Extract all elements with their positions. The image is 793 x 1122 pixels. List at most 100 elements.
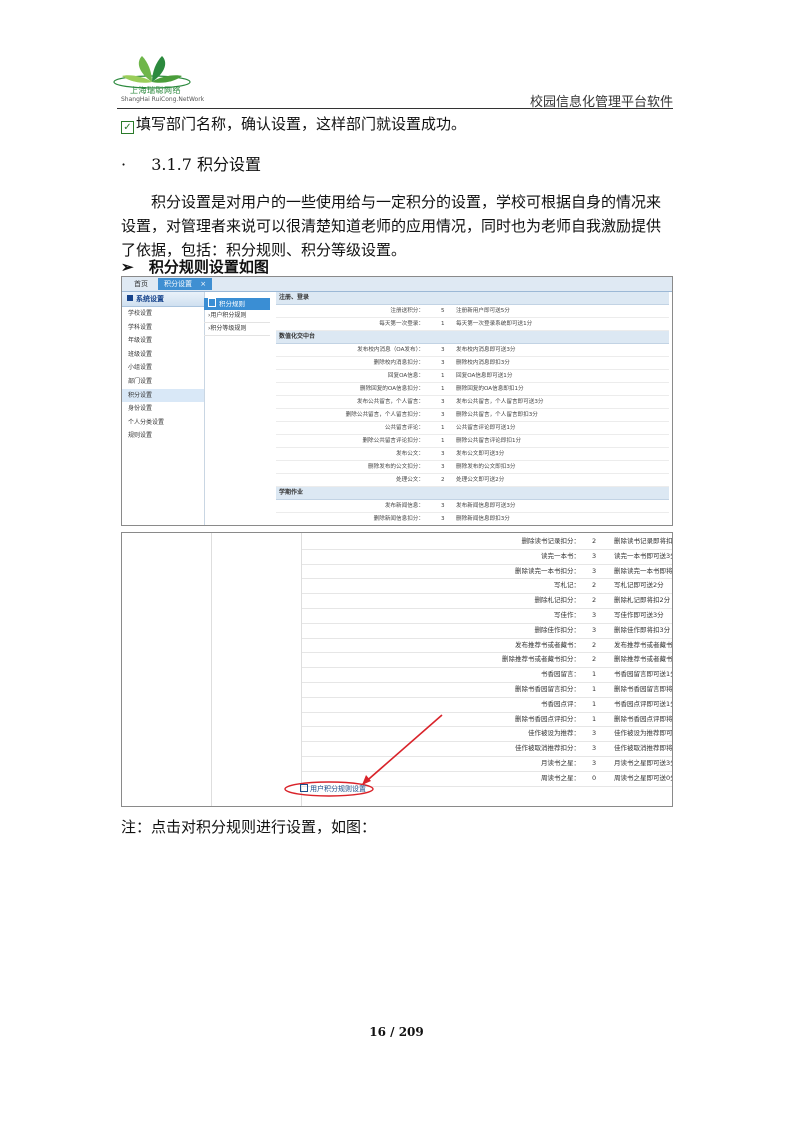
menu-item-label: 积分等级规则 — [210, 325, 247, 332]
rule-description: 删除公共留言，个人留言即扣3分 — [456, 412, 538, 418]
rule-description: 发布公共留言，个人留言即可送3分 — [456, 399, 544, 405]
rule-label: 发布公文： — [396, 451, 424, 457]
sidebar-item[interactable]: 小组设置 — [122, 361, 204, 375]
intro-text: 填写部门名称，确认设置，这样部门就设置成功。 — [136, 115, 467, 133]
menu-item-level-rules[interactable]: ›积分等级规则 — [204, 323, 270, 336]
rule-label: 删除回复的OA信息扣分： — [359, 386, 424, 392]
system-settings-sidebar: 系统设置 学校设置 学科设置 年级设置 班级设置 小组设置 部门设置 积分设置 身份设置 个人分… — [122, 292, 205, 525]
rule-label: 公共留言评论： — [384, 425, 424, 431]
rules-table: 注册、登录 注册送积分： 5 注册新用户即可送5分 每天第一次登录： 1 每天第一次登录系统… — [276, 292, 669, 525]
rule-value: 3 — [441, 464, 445, 470]
tab-points-settings-label: 积分设置 — [164, 280, 192, 288]
rule-value: 3 — [441, 347, 445, 353]
sidebar-item[interactable]: 年级设置 — [122, 334, 204, 348]
rules-menu: 积分规则 ›用户积分规则 ›积分等级规则 — [204, 292, 270, 525]
rule-row: 处理公文： 2 处理公文即可送2分 — [276, 474, 669, 487]
rule-value: 5 — [441, 308, 445, 314]
rule-value: 1 — [441, 373, 445, 379]
sidebar-item[interactable]: 学校设置 — [122, 307, 204, 321]
rule-description: 发布校内消息即可送3分 — [456, 347, 516, 353]
rule-description: 删除回复的OA信息即扣1分 — [456, 386, 524, 392]
rule-label: 发布公共留言，个人留言： — [356, 399, 424, 405]
subheading-text: 积分规则设置如图 — [148, 258, 269, 276]
rule-label: 回复OA信息： — [387, 373, 424, 379]
rule-description: 发布新闻信息即可送3分 — [456, 503, 516, 509]
rule-row: 发布新闻信息： 3 发布新闻信息即可送3分 — [276, 500, 669, 513]
logo-name: 上海瑞聪网络 — [130, 86, 181, 95]
sidebar-item[interactable]: 班级设置 — [122, 348, 204, 362]
rule-row: 每天第一次登录： 1 每天第一次登录系统即可送1分 — [276, 318, 669, 331]
section-row: 学期作业 — [276, 487, 669, 500]
sidebar-item[interactable]: 部门设置 — [122, 375, 204, 389]
menu-item-user-rules[interactable]: ›用户积分规则 — [204, 310, 270, 323]
section-heading: · 3.1.7 积分设置 — [121, 151, 261, 175]
tab-home[interactable]: 首页 — [128, 278, 154, 290]
rules-menu-header-label: 积分规则 — [219, 300, 245, 308]
subheading: ➢ 积分规则设置如图 — [121, 256, 269, 277]
rule-label: 注册送积分： — [390, 308, 424, 314]
rule-row: 回复OA信息： 1 回复OA信息即可送1分 — [276, 370, 669, 383]
rule-label: 删除公共留言，个人留言扣分： — [345, 412, 424, 418]
rule-row: 发布公共留言，个人留言： 3 发布公共留言，个人留言即可送3分 — [276, 396, 669, 409]
body-paragraph: 积分设置是对用户的一些使用给与一定积分的设置，学校可根据自身的情况来设置，对管理… — [121, 193, 662, 259]
intro-line: ✓ 填写部门名称，确认设置，这样部门就设置成功。 — [121, 112, 466, 136]
rule-row: 删除校内消息扣分： 3 删除校内消息即扣3分 — [276, 357, 669, 370]
rule-row: 删除回复的OA信息扣分： 1 删除回复的OA信息即扣1分 — [276, 383, 669, 396]
rule-value: 2 — [441, 477, 445, 483]
section-bullet: · — [121, 155, 127, 174]
document-icon — [208, 298, 216, 307]
rule-description: 发布公文即可送3分 — [456, 451, 505, 457]
rule-description: 处理公文即可送2分 — [456, 477, 505, 483]
page-number: 16 / 209 — [369, 1025, 424, 1039]
annotation-arrow — [284, 714, 443, 797]
sidebar-item[interactable]: 积分设置 — [122, 388, 204, 403]
sidebar-header-label: 系统设置 — [136, 295, 164, 303]
rules-menu-header[interactable]: 积分规则 — [204, 298, 270, 310]
rule-label: 删除新闻信息扣分： — [373, 516, 424, 522]
sidebar-item[interactable]: 学科设置 — [122, 321, 204, 335]
settings-link-label: 用户积分规则设置 — [310, 785, 366, 793]
section-number: 3.1.7 — [151, 155, 192, 174]
sidebar-header: 系统设置 — [122, 292, 204, 307]
rule-row: 删除新闻信息扣分： 3 删除新闻信息即扣3分 — [276, 513, 669, 525]
rule-value: 1 — [441, 386, 445, 392]
logo-leaf-icon — [113, 56, 191, 89]
sidebar-item[interactable]: 个人分类设置 — [122, 416, 204, 430]
sidebar-item[interactable]: 身份设置 — [122, 402, 204, 416]
section-row: 数值化交中台 — [276, 331, 669, 344]
rule-value: 1 — [441, 425, 445, 431]
note-text: 注：点击对积分规则进行设置，如图： — [121, 818, 377, 836]
rule-description: 注册新用户即可送5分 — [456, 308, 510, 314]
rule-value: 3 — [441, 399, 445, 405]
section-title: 积分设置 — [197, 155, 262, 174]
rule-value: 1 — [441, 321, 445, 327]
menu-item-label: 用户积分规则 — [210, 312, 247, 319]
screenshot-rules-list: 删除读书记录扣分：2删除读书记录即将扣2分读完一本书：3读完一本书即可送3分删除… — [121, 532, 673, 807]
rule-row: 公共留言评论： 1 公共留言评论即可送1分 — [276, 422, 669, 435]
rule-row: 发布校内消息（OA发布）： 3 发布校内消息即可送3分 — [276, 344, 669, 357]
close-icon[interactable]: × — [200, 280, 206, 288]
rule-label: 发布校内消息（OA发布）： — [357, 347, 424, 353]
rule-label: 发布新闻信息： — [384, 503, 424, 509]
rule-row: 删除公共留言评论扣分： 1 删除公共留言评论即扣1分 — [276, 435, 669, 448]
rule-description: 回复OA信息即可送1分 — [456, 373, 513, 379]
checkbox-icon: ✓ — [121, 121, 134, 134]
rule-description: 每天第一次登录系统即可送1分 — [456, 321, 533, 327]
rule-value: 1 — [441, 438, 445, 444]
rule-label: 处理公文： — [396, 477, 424, 483]
rule-description: 删除校内消息即扣3分 — [456, 360, 510, 366]
tab-points-settings[interactable]: 积分设置 × — [158, 278, 213, 290]
rule-value: 3 — [441, 503, 445, 509]
rule-description: 公共留言评论即可送1分 — [456, 425, 516, 431]
screenshot-rules-settings: 首页 积分设置 × 系统设置 学校设置 学科设置 年级设置 班级设置 小组设置 部门设置积… — [121, 276, 673, 526]
rule-label: 每天第一次登录： — [379, 321, 424, 327]
rule-value: 3 — [441, 412, 445, 418]
rule-label: 删除校内消息扣分： — [373, 360, 424, 366]
rule-value: 3 — [441, 360, 445, 366]
edit-icon — [300, 784, 308, 792]
rule-row: 注册送积分： 5 注册新用户即可送5分 — [276, 305, 669, 318]
arrow-bullet-icon: ➢ — [121, 258, 134, 276]
user-rules-settings-link[interactable]: 用户积分规则设置 — [300, 784, 366, 794]
rule-row: 删除发布的公文扣分： 3 删除发布的公文即扣3分 — [276, 461, 669, 474]
sidebar-item[interactable]: 规则设置 — [122, 429, 204, 443]
